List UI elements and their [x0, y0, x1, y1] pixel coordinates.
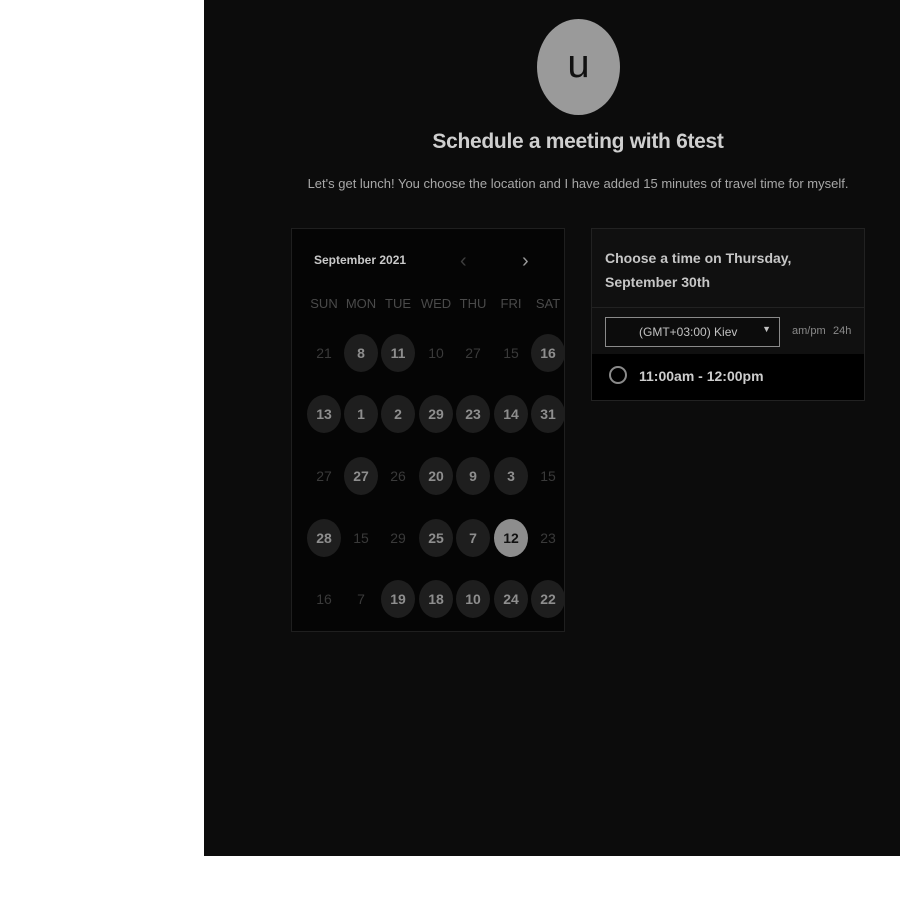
divider: [592, 307, 864, 308]
calendar-day: 29: [390, 530, 406, 546]
calendar-day: 16: [316, 591, 332, 607]
calendar-day-selected[interactable]: 12: [494, 519, 528, 557]
calendar-day[interactable]: 2: [381, 395, 415, 433]
caret-down-icon: ▼: [762, 324, 771, 334]
calendar-day[interactable]: 9: [456, 457, 490, 495]
calendar-day[interactable]: 16: [531, 334, 565, 372]
weekday-sat: SAT: [535, 296, 561, 311]
calendar-day[interactable]: 7: [456, 519, 490, 557]
calendar-day[interactable]: 14: [494, 395, 528, 433]
timezone-value: (GMT+03:00) Kiev: [639, 325, 738, 339]
calendar-day[interactable]: 27: [344, 457, 378, 495]
chevron-right-icon[interactable]: ›: [522, 251, 529, 271]
calendar-day[interactable]: 29: [419, 395, 453, 433]
weekday-tue: TUE: [385, 296, 411, 311]
radio-circle-icon: [609, 366, 627, 384]
avatar-letter: u: [567, 42, 590, 86]
chevron-left-icon[interactable]: ‹: [460, 251, 467, 271]
calendar-day[interactable]: 11: [381, 334, 415, 372]
time-slot[interactable]: 11:00am - 12:00pm: [592, 354, 864, 400]
avatar: u: [537, 19, 620, 115]
time-picker-heading: Choose a time on Thursday, September 30t…: [605, 250, 792, 290]
calendar-day[interactable]: 31: [531, 395, 565, 433]
weekday-wed: WED: [420, 296, 452, 311]
calendar-month-label: September 2021: [314, 253, 407, 267]
calendar-day[interactable]: 10: [456, 580, 490, 618]
weekday-thu: THU: [459, 296, 487, 311]
calendar-day[interactable]: 1: [344, 395, 378, 433]
calendar-day: 10: [428, 345, 444, 361]
calendar-day: 21: [316, 345, 332, 361]
calendar-day[interactable]: 18: [419, 580, 453, 618]
calendar-day[interactable]: 19: [381, 580, 415, 618]
calendar-day[interactable]: 22: [531, 580, 565, 618]
calendar-day: 26: [390, 468, 406, 484]
calendar-day[interactable]: 13: [307, 395, 341, 433]
page-subtitle: Let's get lunch! You choose the location…: [307, 176, 849, 191]
calendar-day[interactable]: 23: [456, 395, 490, 433]
format-24h-toggle[interactable]: 24h: [833, 325, 851, 337]
calendar-day: 27: [316, 468, 332, 484]
calendar: September 2021 ‹ › SUN MON TUE WED THU FRI SAT…: [291, 228, 565, 632]
calendar-day: 7: [357, 591, 365, 607]
calendar-day[interactable]: 24: [494, 580, 528, 618]
calendar-day[interactable]: 8: [344, 334, 378, 372]
time-slot-label: 11:00am - 12:00pm: [639, 368, 764, 384]
weekday-mon: MON: [345, 296, 377, 311]
calendar-day: 15: [353, 530, 369, 546]
calendar-day: 23: [540, 530, 556, 546]
calendar-day[interactable]: 3: [494, 457, 528, 495]
calendar-day[interactable]: 25: [419, 519, 453, 557]
calendar-day: 27: [465, 345, 481, 361]
time-picker: Choose a time on Thursday, September 30t…: [591, 228, 865, 401]
weekday-sun: SUN: [310, 296, 338, 311]
calendar-day: 15: [503, 345, 519, 361]
calendar-day: 15: [540, 468, 556, 484]
weekday-fri: FRI: [500, 296, 522, 311]
calendar-day[interactable]: 28: [307, 519, 341, 557]
format-ampm-toggle[interactable]: am/pm: [792, 325, 826, 337]
page-title: Schedule a meeting with 6test: [432, 130, 724, 153]
timezone-select[interactable]: (GMT+03:00) Kiev ▼: [605, 317, 780, 347]
calendar-day[interactable]: 20: [419, 457, 453, 495]
